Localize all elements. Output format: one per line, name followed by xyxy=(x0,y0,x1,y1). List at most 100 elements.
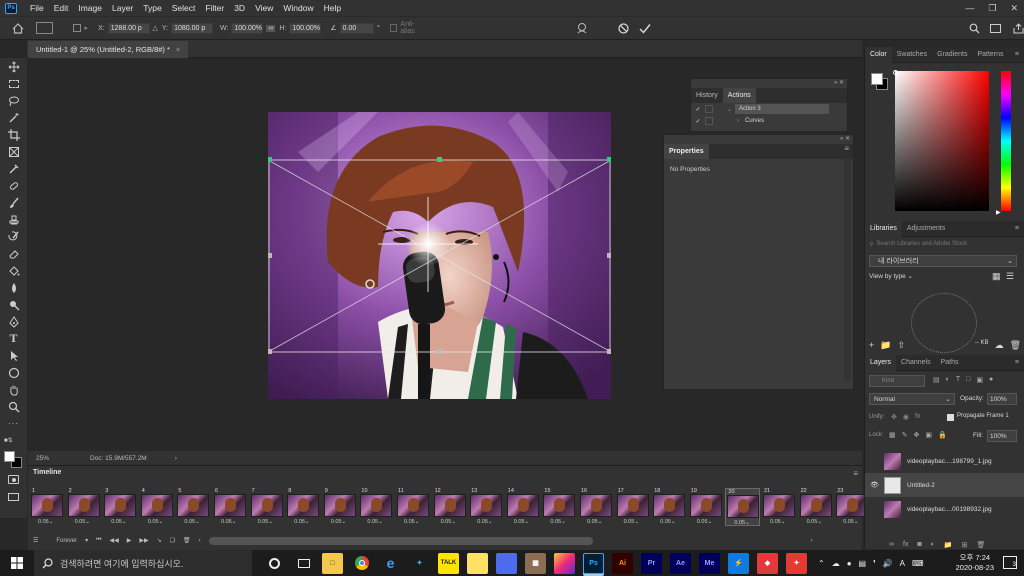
lock-image-icon[interactable]: ✎ xyxy=(902,431,908,439)
sticky-notes-icon[interactable] xyxy=(467,552,488,574)
menu-3d[interactable]: 3D xyxy=(229,0,250,16)
duplicate-frame-icon[interactable]: ❏ xyxy=(170,537,175,544)
menu-select[interactable]: Select xyxy=(167,0,201,16)
tween-icon[interactable]: ↘ xyxy=(157,537,162,544)
quick-mask-icon[interactable] xyxy=(0,471,27,488)
document-tab[interactable]: Untitled-1 @ 25% (Untitled-2, RGB/8#) * … xyxy=(28,41,189,58)
clone-stamp-tool-icon[interactable] xyxy=(0,211,27,228)
tab-patterns[interactable]: Patterns xyxy=(972,47,1008,63)
frame-delay[interactable]: 0.05⌄ xyxy=(624,519,639,525)
timeline-frame[interactable]: 6 0.05⌄ xyxy=(213,488,248,526)
timeline-frame[interactable]: 10 0.05⌄ xyxy=(359,488,394,526)
paint-bucket-tool-icon[interactable] xyxy=(0,262,27,279)
group-icon[interactable]: 📁 xyxy=(944,541,953,549)
timeline-frame[interactable]: 8 0.05⌄ xyxy=(286,488,321,526)
frame-delay[interactable]: 0.05⌄ xyxy=(404,519,419,525)
y-field[interactable]: 1080.00 p xyxy=(171,22,213,34)
twitter-icon[interactable]: ✦ xyxy=(409,553,430,574)
hand-tool-icon[interactable] xyxy=(0,381,27,398)
first-frame-icon[interactable]: ⏮ xyxy=(96,537,101,544)
volume-icon[interactable]: 🔊 xyxy=(883,559,893,568)
restore-icon[interactable]: ❐ xyxy=(988,3,996,14)
timeline-frame[interactable]: 1 0.05⌄ xyxy=(30,488,65,526)
close-icon[interactable]: ✕ xyxy=(1010,3,1018,14)
unify-style-icon[interactable]: fx xyxy=(915,413,920,421)
tab-layers[interactable]: Layers xyxy=(865,354,897,371)
lasso-tool-icon[interactable] xyxy=(0,92,27,109)
premiere-icon[interactable]: Pr xyxy=(641,552,662,574)
panel-collapse-icon[interactable]: » ✕ xyxy=(840,135,850,142)
timeline-frame[interactable]: 11 0.05⌄ xyxy=(396,488,431,526)
transform-reference-icon[interactable] xyxy=(35,22,53,34)
panel-menu-icon[interactable]: ≡ xyxy=(1010,355,1024,371)
height-field[interactable]: 100.00% xyxy=(289,22,322,34)
pixel-filter-icon[interactable]: ▤ xyxy=(933,376,940,384)
frame-delay[interactable]: 0.05⌄ xyxy=(843,519,858,525)
smart-filter-icon[interactable]: ▣ xyxy=(976,376,983,384)
loop-option[interactable]: Forever xyxy=(56,538,77,544)
x-field[interactable]: 1288.00 p xyxy=(107,22,150,34)
home-icon[interactable] xyxy=(0,22,36,34)
timeline-scrollbar[interactable] xyxy=(208,536,593,545)
layer-row[interactable]: 👁 Untitled-2 xyxy=(865,473,1024,497)
file-explorer-icon[interactable]: □ xyxy=(322,552,343,574)
frame-delay[interactable]: 0.05⌄ xyxy=(550,519,565,525)
fill-field[interactable]: 100% xyxy=(987,430,1017,442)
adjustment-filter-icon[interactable]: ◐ xyxy=(946,376,950,384)
folder-icon[interactable]: 📁 xyxy=(880,340,891,351)
timeline-frame[interactable]: 9 0.05⌄ xyxy=(323,488,358,526)
delete-layer-icon[interactable]: 🗑 xyxy=(977,541,986,549)
instagram-icon[interactable] xyxy=(554,552,575,574)
more-tools-icon[interactable]: ··· xyxy=(0,415,27,432)
menu-image[interactable]: Image xyxy=(73,0,107,16)
layer-mask-icon[interactable]: ◙ xyxy=(917,541,921,549)
frame-delay[interactable]: 0.05⌄ xyxy=(734,520,749,526)
edge-icon[interactable]: e xyxy=(380,553,401,574)
properties-scrollbar[interactable] xyxy=(844,159,851,381)
antialias-checkbox[interactable] xyxy=(389,24,398,32)
chevron-right-icon[interactable]: › xyxy=(737,118,739,124)
play-icon[interactable]: ▶ xyxy=(127,537,132,544)
tab-swatches[interactable]: Swatches xyxy=(892,47,932,63)
delta-icon[interactable]: △ xyxy=(153,24,158,32)
document-image[interactable] xyxy=(268,112,611,399)
frame-delay[interactable]: 0.05⌄ xyxy=(477,519,492,525)
type-tool-icon[interactable]: T xyxy=(0,330,27,347)
magic-wand-tool-icon[interactable] xyxy=(0,109,27,126)
grid-view-icon[interactable]: ▦ xyxy=(992,271,1001,282)
timeline-frame[interactable]: 2 0.05⌄ xyxy=(67,488,102,526)
panel-menu-icon[interactable]: ≡ xyxy=(1010,221,1024,237)
screen-mode-icon[interactable] xyxy=(0,488,27,505)
timeline-frame[interactable]: 19 0.05⌄ xyxy=(689,488,724,526)
frame-delay[interactable]: 0.05⌄ xyxy=(660,519,675,525)
frame-delay[interactable]: 0.05⌄ xyxy=(38,519,53,525)
cloud-tray-icon[interactable]: ☁ xyxy=(832,559,840,568)
minimize-icon[interactable]: — xyxy=(965,3,974,13)
unify-visibility-icon[interactable]: ◉ xyxy=(903,413,909,421)
delete-frame-icon[interactable]: 🗑 xyxy=(183,537,191,544)
action-step-row[interactable]: ✓ › Curves xyxy=(691,115,847,127)
tab-adjustments[interactable]: Adjustments xyxy=(902,221,951,237)
next-frame-icon[interactable]: ▶▶ xyxy=(139,537,148,544)
propagate-checkbox[interactable] xyxy=(947,414,954,421)
crop-tool-icon[interactable] xyxy=(0,126,27,143)
tab-channels[interactable]: Channels xyxy=(896,355,936,371)
healing-brush-tool-icon[interactable] xyxy=(0,177,27,194)
lock-all-icon[interactable]: 🔒 xyxy=(938,431,947,439)
timeline-frame[interactable]: 13 0.05⌄ xyxy=(469,488,504,526)
reference-point-icon[interactable] xyxy=(72,24,81,32)
foreground-color-swatch[interactable] xyxy=(4,451,15,462)
frame-delay[interactable]: 0.05⌄ xyxy=(441,519,456,525)
workspace-icon[interactable] xyxy=(989,23,1001,33)
cancel-transform-icon[interactable] xyxy=(617,22,629,34)
menu-help[interactable]: Help xyxy=(319,0,346,16)
menu-file[interactable]: File xyxy=(25,0,49,16)
timeline-frame[interactable]: 5 0.05⌄ xyxy=(176,488,211,526)
taskbar-clock[interactable]: 오후 7:24 2020-08-23 xyxy=(956,553,994,573)
color-picker-cursor[interactable] xyxy=(893,70,898,75)
view-by-type[interactable]: View by type ⌄ xyxy=(869,272,913,280)
brush-tool-icon[interactable] xyxy=(0,194,27,211)
dialog-toggle[interactable] xyxy=(705,117,713,125)
taskbar-search[interactable]: 검색하려면 여기에 입력하십시오. xyxy=(34,550,252,576)
path-selection-tool-icon[interactable] xyxy=(0,347,27,364)
